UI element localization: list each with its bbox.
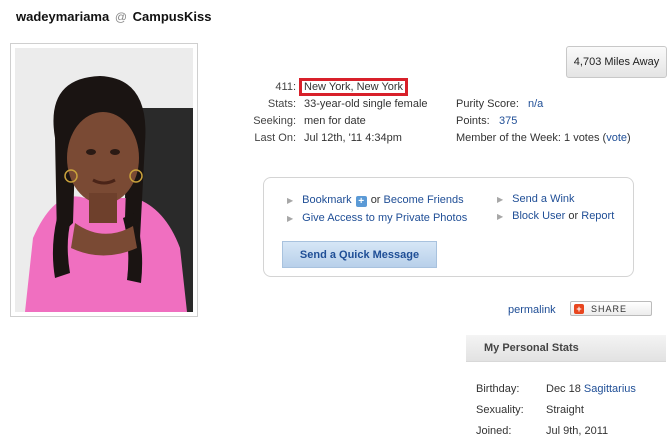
wink-row: ▶ Send a Wink xyxy=(497,193,575,205)
sexuality-label: Sexuality: xyxy=(476,404,524,416)
profile-photo-frame xyxy=(10,43,198,317)
personal-stats-header: My Personal Stats xyxy=(466,335,666,362)
distance-button[interactable]: 4,703 Miles Away xyxy=(566,46,667,78)
points-value[interactable]: 375 xyxy=(499,115,517,127)
vote-link[interactable]: vote xyxy=(606,132,627,144)
zodiac-link[interactable]: Sagittarius xyxy=(584,383,636,395)
last-on-label: Last On: xyxy=(254,132,296,144)
arrow-right-icon: ▶ xyxy=(497,195,504,204)
block-row: ▶ Block User or Report xyxy=(497,210,614,222)
purity-value[interactable]: n/a xyxy=(528,98,543,110)
share-button[interactable]: + SHARE xyxy=(570,301,652,316)
become-friends-link[interactable]: Become Friends xyxy=(384,194,464,206)
bookmark-link[interactable]: Bookmark xyxy=(302,194,352,206)
at-symbol: @ xyxy=(114,10,128,24)
share-label: SHARE xyxy=(591,303,628,314)
birthday-label: Birthday: xyxy=(476,383,520,395)
location-label: 411: xyxy=(275,81,296,93)
bookmark-row: ▶ Bookmark + or Become Friends xyxy=(287,194,464,207)
send-wink-link[interactable]: Send a Wink xyxy=(512,193,574,205)
block-user-link[interactable]: Block User xyxy=(512,210,565,222)
motw-label: Member of the Week: xyxy=(456,132,561,144)
motw-close: ) xyxy=(627,132,631,144)
birthday-value: Dec 18 Sagittarius xyxy=(546,383,636,395)
joined-label: Joined: xyxy=(476,425,512,437)
birthday-date: Dec 18 xyxy=(546,383,581,395)
motw-votes: 1 votes ( xyxy=(564,132,607,144)
site-name: CampusKiss xyxy=(132,9,212,24)
plus-icon[interactable]: + xyxy=(355,196,367,207)
sexuality-value: Straight xyxy=(546,404,584,416)
stats-label: Stats: xyxy=(267,98,296,110)
joined-value: Jul 9th, 2011 xyxy=(546,425,609,437)
or-text: or xyxy=(568,210,579,222)
arrow-right-icon: ▶ xyxy=(497,212,504,221)
seeking-label: Seeking: xyxy=(253,115,296,127)
location-value: New York, New York xyxy=(298,78,409,96)
member-of-week: Member of the Week: 1 votes (vote) xyxy=(456,132,631,144)
page-title: wadeymariama @ CampusKiss xyxy=(16,9,211,24)
purity-label: Purity Score: xyxy=(456,98,519,110)
last-on-value: Jul 12th, '11 4:34pm xyxy=(304,132,402,144)
arrow-right-icon: ▶ xyxy=(287,214,294,223)
points-label: Points: xyxy=(456,115,490,127)
or-text: or xyxy=(370,194,381,206)
share-plus-icon: + xyxy=(574,303,584,314)
permalink-link[interactable]: permalink xyxy=(508,304,556,316)
username: wadeymariama xyxy=(16,9,110,24)
quick-message-button[interactable]: Send a Quick Message xyxy=(282,241,437,268)
report-link[interactable]: Report xyxy=(581,210,614,222)
give-access-row: ▶ Give Access to my Private Photos xyxy=(287,212,467,224)
stats-value: 33-year-old single female xyxy=(304,98,428,110)
give-access-link[interactable]: Give Access to my Private Photos xyxy=(302,212,467,224)
arrow-right-icon: ▶ xyxy=(287,196,294,205)
personal-stats-title: My Personal Stats xyxy=(484,342,579,354)
profile-photo[interactable] xyxy=(15,48,193,312)
seeking-value: men for date xyxy=(304,115,366,127)
